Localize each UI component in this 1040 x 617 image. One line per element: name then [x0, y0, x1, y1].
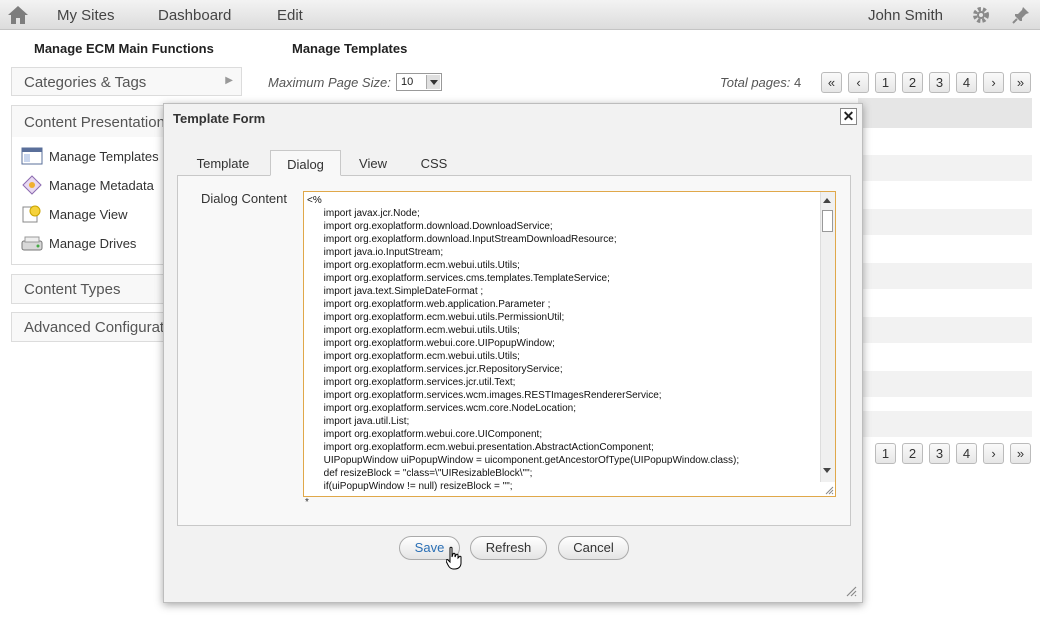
bottom-pager-next-button[interactable]: ›	[983, 443, 1004, 464]
table-row	[858, 411, 1032, 437]
table-row	[858, 236, 1032, 262]
template-icon	[21, 147, 43, 165]
pager-next-button[interactable]: ›	[983, 72, 1004, 93]
categories-tags-header[interactable]: Categories & Tags ▶	[11, 67, 242, 96]
pager-page-3[interactable]: 3	[929, 72, 950, 93]
page-size-select[interactable]: 10	[396, 73, 442, 91]
dialog-resize-icon[interactable]	[845, 585, 857, 597]
table-row	[858, 155, 1032, 181]
dialog-content-textarea[interactable]: <% import javax.jcr.Node; import org.exo…	[303, 191, 836, 497]
tab-view[interactable]: View	[348, 150, 398, 176]
bottom-pager-page-1[interactable]: 1	[875, 443, 896, 464]
pager-first-button[interactable]: «	[821, 72, 842, 93]
drive-icon	[21, 236, 43, 251]
table-row	[858, 290, 1032, 316]
table-row	[858, 209, 1032, 235]
dialog-content-label: Dialog Content	[201, 191, 287, 206]
user-name[interactable]: John Smith	[868, 7, 943, 24]
table-row	[858, 182, 1032, 208]
resize-grip-icon[interactable]	[824, 485, 834, 495]
view-icon	[22, 205, 41, 223]
dialog-tab-panel: Dialog Content <% import javax.jcr.Node;…	[177, 175, 851, 526]
template-form-dialog: Template Form ✕ Template Dialog View CSS…	[163, 103, 863, 603]
table-row	[858, 263, 1032, 289]
cancel-button[interactable]: Cancel	[558, 536, 629, 560]
pager-prev-button[interactable]: ‹	[848, 72, 869, 93]
required-marker: *	[305, 497, 309, 508]
tab-dialog[interactable]: Dialog	[270, 150, 341, 176]
content-presentation-label: Content Presentation	[24, 114, 165, 131]
chevron-down-icon	[426, 75, 440, 89]
manage-ecm-title: Manage ECM Main Functions	[34, 41, 214, 56]
gear-icon[interactable]	[971, 5, 991, 25]
home-icon[interactable]	[6, 4, 30, 26]
refresh-button[interactable]: Refresh	[470, 536, 547, 560]
tab-css[interactable]: CSS	[413, 150, 455, 176]
metadata-icon	[22, 175, 42, 195]
pager-page-2[interactable]: 2	[902, 72, 923, 93]
bottom-pager-last-button[interactable]: »	[1010, 443, 1031, 464]
table-row	[858, 344, 1032, 370]
nav-edit[interactable]: Edit	[277, 7, 303, 24]
scroll-down-icon[interactable]	[823, 468, 831, 473]
hand-cursor-icon	[446, 546, 462, 570]
manage-templates-title: Manage Templates	[292, 41, 408, 56]
content-types-label: Content Types	[24, 281, 121, 298]
pin-icon[interactable]	[1011, 5, 1031, 25]
scroll-up-icon[interactable]	[823, 198, 831, 203]
templates-table-header	[858, 98, 1032, 128]
vertical-scrollbar[interactable]	[820, 192, 835, 482]
page-size-label: Maximum Page Size:	[268, 75, 391, 90]
chevron-right-icon: ▶	[225, 75, 233, 86]
categories-tags-label: Categories & Tags	[24, 74, 147, 91]
table-row	[858, 128, 1032, 154]
bottom-pager-page-2[interactable]: 2	[902, 443, 923, 464]
code-content: <% import javax.jcr.Node; import org.exo…	[307, 195, 740, 492]
nav-dashboard[interactable]: Dashboard	[158, 7, 231, 24]
total-pages: Total pages: 4	[720, 75, 802, 90]
pager-last-button[interactable]: »	[1010, 72, 1031, 93]
pager-page-4[interactable]: 4	[956, 72, 977, 93]
bottom-pager-page-4[interactable]: 4	[956, 443, 977, 464]
bottom-pager-page-3[interactable]: 3	[929, 443, 950, 464]
tab-template[interactable]: Template	[185, 150, 261, 176]
top-navigation-bar: My Sites Dashboard Edit John Smith	[0, 0, 1040, 30]
pager-page-1[interactable]: 1	[875, 72, 896, 93]
close-icon[interactable]: ✕	[840, 108, 857, 125]
dialog-title: Template Form	[173, 111, 266, 126]
table-row	[858, 317, 1032, 343]
scroll-thumb[interactable]	[822, 210, 833, 232]
nav-my-sites[interactable]: My Sites	[57, 7, 115, 24]
advanced-configuration-label: Advanced Configuration	[24, 319, 185, 336]
table-row	[858, 371, 1032, 397]
